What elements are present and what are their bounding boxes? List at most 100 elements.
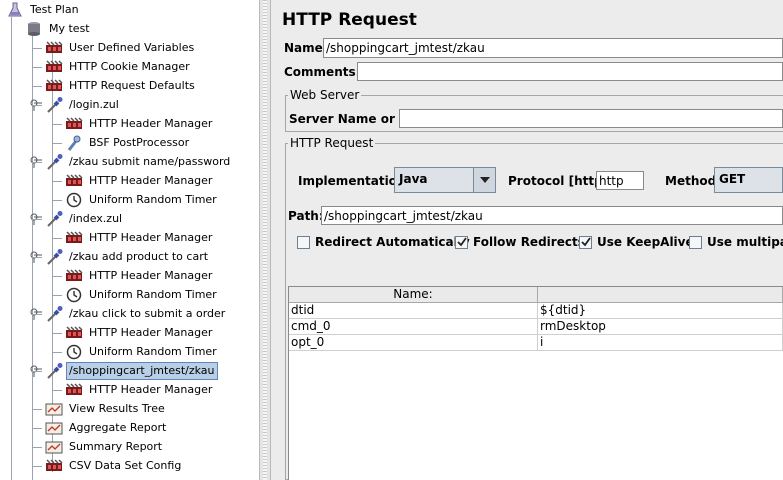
column-header-name[interactable]: Name:	[289, 287, 538, 302]
checkbox-box[interactable]	[297, 235, 310, 249]
tree-item-label: My test	[49, 22, 90, 35]
param-value-cell[interactable]: ${dtid}	[538, 303, 783, 318]
tree-item[interactable]: HTTP Cookie Manager	[32, 58, 192, 76]
method-select[interactable]: GET	[714, 167, 783, 193]
tree-item[interactable]: CSV Data Set Config	[32, 457, 183, 475]
server-name-field[interactable]	[399, 109, 783, 128]
sampler-pipette-icon	[45, 306, 63, 322]
implementation-value: Java	[399, 172, 428, 186]
use-multipart-checkbox[interactable]: Use multipart	[689, 235, 783, 249]
server-name-label: Server Name or IP:	[289, 112, 418, 126]
tree-item[interactable]: HTTP Header Manager	[52, 172, 214, 190]
param-name-cell[interactable]: cmd_0	[289, 319, 538, 334]
tree-item[interactable]: User Defined Variables	[32, 39, 196, 57]
tree-item[interactable]: HTTP Request Defaults	[32, 77, 197, 95]
param-value-cell[interactable]: i	[538, 335, 783, 350]
tree-connector	[52, 124, 62, 125]
tree-item[interactable]: Uniform Random Timer	[52, 343, 219, 361]
tree-item[interactable]: HTTP Header Manager	[52, 115, 214, 133]
tree-item[interactable]: HTTP Header Manager	[52, 267, 214, 285]
table-row[interactable]: cmd_0 rmDesktop	[289, 319, 783, 335]
chevron-down-icon[interactable]	[473, 168, 495, 192]
tree-connector	[52, 238, 62, 239]
param-name-cell[interactable]: dtid	[289, 303, 538, 318]
config-element-icon	[65, 173, 83, 189]
tree-item[interactable]: /zkau submit name/password	[30, 153, 232, 171]
protocol-field[interactable]: http	[596, 171, 644, 190]
redirect-automatically-checkbox[interactable]: Redirect Automatically	[297, 235, 470, 249]
tree-item-label: /shoppingcart_jmtest/zkau	[66, 362, 218, 380]
tree-item-label: HTTP Header Manager	[89, 383, 213, 396]
tree-connector	[52, 295, 62, 296]
use-keepalive-checkbox[interactable]: Use KeepAlive	[579, 235, 694, 249]
sampler-pipette-icon	[45, 249, 63, 265]
checkmark-icon	[581, 236, 591, 246]
comments-field[interactable]	[357, 62, 783, 81]
comments-label: Comments:	[284, 65, 361, 79]
tree-item[interactable]: /login.zul	[30, 96, 121, 114]
timer-icon	[65, 344, 83, 360]
tree-item-label: /index.zul	[69, 212, 123, 225]
parameters-table[interactable]: Name: dtid ${dtid} cmd_0 rmDesktop opt_0 i	[288, 286, 783, 480]
timer-icon	[65, 192, 83, 208]
checkmark-icon	[457, 236, 467, 246]
config-element-icon	[65, 116, 83, 132]
config-element-icon	[65, 382, 83, 398]
checkbox-label: Follow Redirects	[473, 235, 585, 249]
tree-item[interactable]: Uniform Random Timer	[52, 191, 219, 209]
tree-item[interactable]: Summary Report	[32, 438, 164, 456]
sampler-pipette-icon	[45, 97, 63, 113]
tree-connector	[52, 390, 62, 391]
tree-item[interactable]: /zkau add product to cart	[30, 248, 210, 266]
tree-item-thread-group[interactable]: My test	[25, 20, 92, 38]
tree-connector	[52, 181, 62, 182]
tree-item[interactable]: HTTP Header Manager	[52, 381, 214, 399]
split-pane-divider[interactable]	[259, 0, 271, 480]
listener-graph-icon	[45, 439, 63, 455]
tree-item[interactable]: HTTP Header Manager	[52, 324, 214, 342]
tree-connector	[52, 276, 62, 277]
tree-connector	[52, 352, 62, 353]
tree-item-label: Uniform Random Timer	[89, 193, 217, 206]
table-row[interactable]: opt_0 i	[289, 335, 783, 351]
implementation-select[interactable]: Java	[394, 167, 496, 193]
tree-item[interactable]: HTTP Header Manager	[52, 229, 214, 247]
tree-item-label: /zkau click to submit a order	[69, 307, 226, 320]
config-element-icon	[45, 40, 63, 56]
checkbox-label: Redirect Automatically	[315, 235, 470, 249]
test-plan-tree[interactable]: Test Plan My test User Defined Variables…	[0, 0, 259, 480]
checkbox-box[interactable]	[455, 235, 468, 249]
method-label: Method:	[665, 174, 721, 188]
sampler-pipette-icon	[45, 154, 63, 170]
tree-connector	[32, 314, 42, 315]
tree-item[interactable]: /zkau click to submit a order	[30, 305, 227, 323]
path-label: Path:	[288, 209, 324, 223]
name-field[interactable]: /shoppingcart_jmtest/zkau	[323, 38, 783, 58]
tree-item-label: User Defined Variables	[69, 41, 195, 54]
tree-item-label: HTTP Header Manager	[89, 117, 213, 130]
tree-connector	[11, 17, 12, 480]
checkbox-label: Use KeepAlive	[597, 235, 694, 249]
tree-item-label: /zkau submit name/password	[69, 155, 231, 168]
path-field[interactable]: /shoppingcart_jmtest/zkau	[321, 206, 783, 225]
checkbox-box[interactable]	[689, 235, 702, 249]
column-header-value[interactable]	[538, 287, 783, 302]
param-value-cell[interactable]: rmDesktop	[538, 319, 783, 334]
tree-item[interactable]: View Results Tree	[32, 400, 167, 418]
tree-item-label: HTTP Header Manager	[89, 231, 213, 244]
tree-item-test-plan[interactable]: Test Plan	[6, 1, 81, 19]
tree-item[interactable]: /index.zul	[30, 210, 124, 228]
follow-redirects-checkbox[interactable]: Follow Redirects	[455, 235, 585, 249]
tree-item[interactable]: Aggregate Report	[32, 419, 168, 437]
checkbox-box[interactable]	[579, 235, 592, 249]
divider-grip[interactable]	[263, 0, 267, 480]
table-row[interactable]: dtid ${dtid}	[289, 303, 783, 319]
tree-item-label: Test Plan	[30, 3, 79, 16]
tree-item-label: /login.zul	[69, 98, 119, 111]
config-element-icon	[45, 78, 63, 94]
method-value: GET	[719, 172, 746, 186]
param-name-cell[interactable]: opt_0	[289, 335, 538, 350]
tree-item[interactable]: /shoppingcart_jmtest/zkau	[30, 362, 218, 380]
tree-item[interactable]: Uniform Random Timer	[52, 286, 219, 304]
tree-item[interactable]: BSF PostProcessor	[52, 134, 191, 152]
